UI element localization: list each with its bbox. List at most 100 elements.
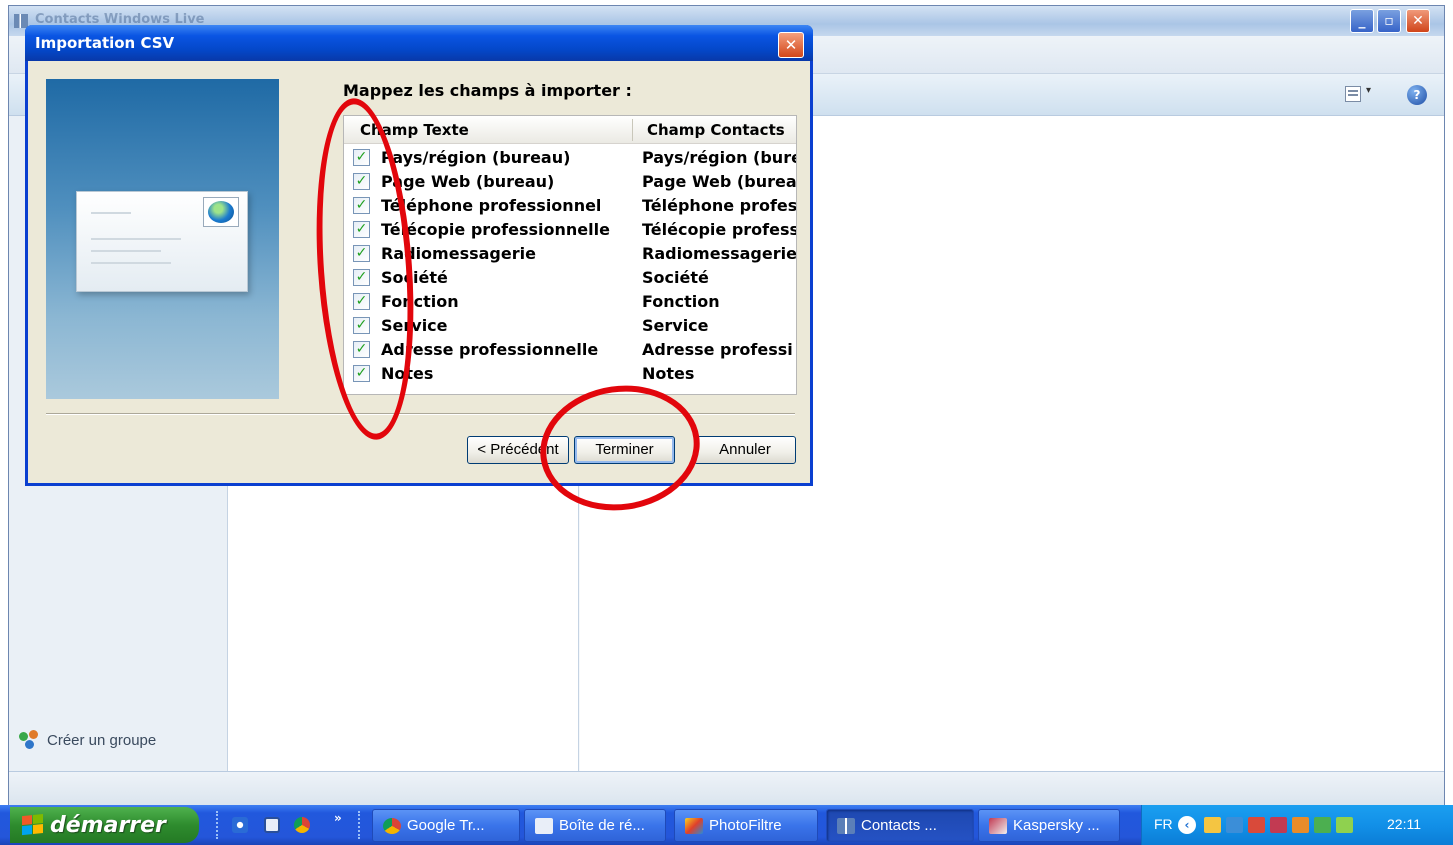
mapping-row[interactable]: ✓ Radiomessagerie Radiomessagerie bbox=[344, 242, 796, 266]
field-checkbox[interactable]: ✓ bbox=[353, 293, 370, 310]
text-field-name: Pays/région (bureau) bbox=[381, 148, 571, 167]
taskbar-item-label: Kaspersky ... bbox=[1013, 817, 1100, 834]
system-tray: FR ‹ 22:11 bbox=[1141, 805, 1453, 845]
ie-icon[interactable] bbox=[232, 817, 248, 833]
quicklaunch-grip[interactable] bbox=[216, 811, 220, 839]
tray-kaspersky-icon[interactable] bbox=[1270, 817, 1287, 833]
text-field-name: Télécopie professionnelle bbox=[381, 220, 610, 239]
finish-button[interactable]: Terminer bbox=[574, 436, 675, 464]
taskbar-item-label: PhotoFiltre bbox=[709, 817, 782, 834]
mapping-row[interactable]: ✓ Page Web (bureau) Page Web (burea bbox=[344, 170, 796, 194]
help-icon[interactable]: ? bbox=[1407, 85, 1427, 105]
contact-field-name[interactable]: Fonction bbox=[642, 292, 720, 311]
tray-network-icon[interactable] bbox=[1226, 817, 1243, 833]
envelope-icon bbox=[76, 191, 248, 292]
chevron-down-icon[interactable]: ▾ bbox=[1366, 85, 1371, 96]
field-checkbox[interactable]: ✓ bbox=[353, 317, 370, 334]
field-checkbox[interactable]: ✓ bbox=[353, 173, 370, 190]
tasks-grip[interactable] bbox=[358, 811, 362, 839]
contact-field-name[interactable]: Adresse professi bbox=[642, 340, 793, 359]
mail-icon[interactable] bbox=[264, 817, 280, 833]
contact-field-name[interactable]: Page Web (burea bbox=[642, 172, 796, 191]
chrome-icon[interactable] bbox=[294, 817, 310, 833]
import-csv-dialog: Importation CSV ✕ Mappez les champs à im… bbox=[25, 25, 813, 486]
field-checkbox[interactable]: ✓ bbox=[353, 341, 370, 358]
tray-display-icon[interactable] bbox=[1336, 817, 1353, 833]
field-checkbox[interactable]: ✓ bbox=[353, 245, 370, 262]
field-mapping-list[interactable]: Champ Texte Champ Contacts ✓ Pays/région … bbox=[343, 115, 797, 395]
language-indicator[interactable]: FR bbox=[1154, 816, 1173, 832]
tray-folder-icon[interactable] bbox=[1204, 817, 1221, 833]
taskbar-item[interactable]: Contacts ... bbox=[826, 809, 974, 842]
field-checkbox[interactable]: ✓ bbox=[353, 197, 370, 214]
window-close-button[interactable]: ✕ bbox=[1406, 9, 1430, 33]
mapping-heading: Mappez les champs à importer : bbox=[343, 81, 632, 100]
field-checkbox[interactable]: ✓ bbox=[353, 221, 370, 238]
mapping-row[interactable]: ✓ Notes Notes bbox=[344, 362, 796, 386]
wizard-illustration bbox=[46, 79, 279, 399]
mail-icon bbox=[535, 817, 553, 834]
taskbar-item-label: Google Tr... bbox=[407, 817, 485, 834]
start-button[interactable]: démarrer bbox=[10, 807, 199, 843]
photofiltre-icon bbox=[685, 817, 703, 834]
maximize-button[interactable]: ▫ bbox=[1377, 9, 1401, 33]
mapping-row[interactable]: ✓ Téléphone professionnel Téléphone profes bbox=[344, 194, 796, 218]
minimize-button[interactable]: _ bbox=[1350, 9, 1374, 33]
contact-field-name[interactable]: Société bbox=[642, 268, 709, 287]
cancel-button[interactable]: Annuler bbox=[694, 436, 796, 464]
taskbar: démarrer » Google Tr... Boîte de ré... Pho… bbox=[0, 805, 1453, 845]
status-bar bbox=[9, 771, 1444, 805]
contact-field-name[interactable]: Pays/région (bure bbox=[642, 148, 796, 167]
show-hidden-icons-button[interactable]: ‹ bbox=[1178, 816, 1196, 834]
tray-sync-icon[interactable] bbox=[1314, 817, 1331, 833]
column-divider[interactable] bbox=[632, 119, 633, 141]
dialog-separator bbox=[46, 413, 795, 415]
contact-field-name[interactable]: Télécopie profess bbox=[642, 220, 796, 239]
column-header-text-field[interactable]: Champ Texte bbox=[360, 121, 469, 139]
taskbar-item[interactable]: Boîte de ré... bbox=[524, 809, 666, 842]
clock[interactable]: 22:11 bbox=[1387, 816, 1421, 832]
taskbar-item[interactable]: Google Tr... bbox=[372, 809, 520, 842]
mapping-header: Champ Texte Champ Contacts bbox=[344, 116, 796, 144]
globe-stamp-icon bbox=[203, 197, 239, 227]
kaspersky-icon bbox=[989, 817, 1007, 834]
text-field-name: Fonction bbox=[381, 292, 459, 311]
contacts-icon bbox=[837, 817, 855, 834]
text-field-name: Service bbox=[381, 316, 448, 335]
tray-security-icon[interactable] bbox=[1248, 817, 1265, 833]
contact-field-name[interactable]: Téléphone profes bbox=[642, 196, 796, 215]
taskbar-item[interactable]: Kaspersky ... bbox=[978, 809, 1120, 842]
dialog-titlebar[interactable]: Importation CSV ✕ bbox=[25, 25, 813, 61]
field-checkbox[interactable]: ✓ bbox=[353, 269, 370, 286]
text-field-name: Téléphone professionnel bbox=[381, 196, 602, 215]
field-checkbox[interactable]: ✓ bbox=[353, 149, 370, 166]
dialog-close-button[interactable]: ✕ bbox=[778, 32, 804, 58]
mapping-row[interactable]: ✓ Service Service bbox=[344, 314, 796, 338]
dialog-title: Importation CSV bbox=[35, 34, 175, 52]
create-group-link[interactable]: Créer un groupe bbox=[19, 730, 156, 750]
layout-icon[interactable] bbox=[1345, 86, 1361, 102]
chrome-icon bbox=[383, 817, 401, 834]
mapping-row[interactable]: ✓ Société Société bbox=[344, 266, 796, 290]
mapping-row[interactable]: ✓ Fonction Fonction bbox=[344, 290, 796, 314]
taskbar-item-label: Contacts ... bbox=[861, 817, 937, 834]
tray-app-icon[interactable] bbox=[1292, 817, 1309, 833]
mapping-row[interactable]: ✓ Télécopie professionnelle Télécopie prof… bbox=[344, 218, 796, 242]
column-header-contact-field[interactable]: Champ Contacts bbox=[647, 121, 785, 139]
windows-logo-icon bbox=[22, 813, 44, 836]
mapping-row[interactable]: ✓ Adresse professionnelle Adresse professi bbox=[344, 338, 796, 362]
text-field-name: Société bbox=[381, 268, 448, 287]
taskbar-item[interactable]: PhotoFiltre bbox=[674, 809, 818, 842]
group-icon bbox=[19, 730, 41, 750]
contact-field-name[interactable]: Service bbox=[642, 316, 709, 335]
contact-field-name[interactable]: Notes bbox=[642, 364, 694, 383]
mapping-row[interactable]: ✓ Pays/région (bureau) Pays/région (bure bbox=[344, 146, 796, 170]
chevron-more-icon[interactable]: » bbox=[334, 811, 342, 825]
create-group-label: Créer un groupe bbox=[47, 731, 157, 749]
field-checkbox[interactable]: ✓ bbox=[353, 365, 370, 382]
start-label: démarrer bbox=[50, 812, 166, 838]
contact-field-name[interactable]: Radiomessagerie bbox=[642, 244, 796, 263]
text-field-name: Page Web (bureau) bbox=[381, 172, 555, 191]
previous-button[interactable]: < Précédent bbox=[467, 436, 569, 464]
taskbar-item-label: Boîte de ré... bbox=[559, 817, 645, 834]
